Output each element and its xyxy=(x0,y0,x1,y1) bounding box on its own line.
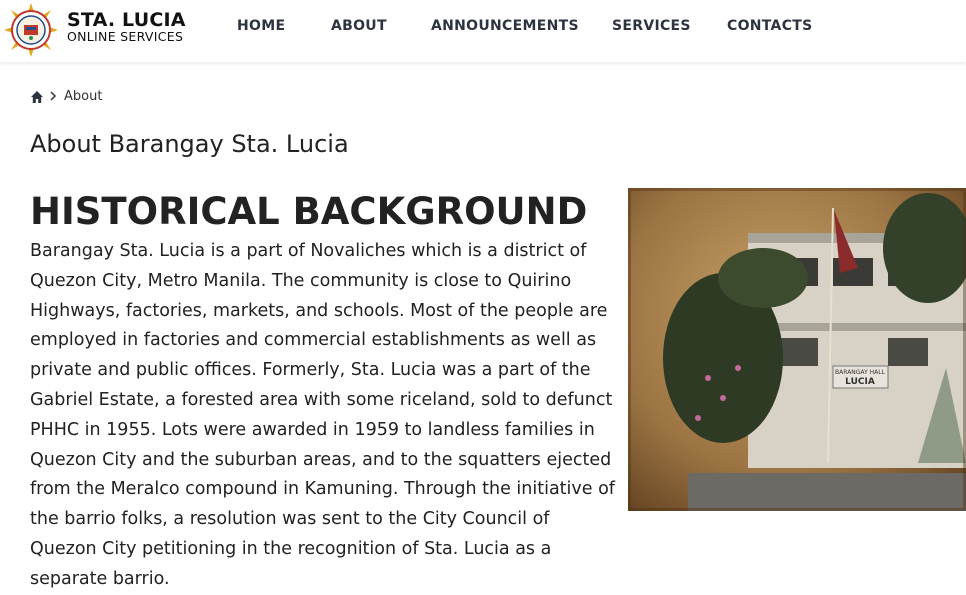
barangay-hall-photo: BARANGAY HALL LUCIA xyxy=(628,188,966,511)
barangay-seal-logo[interactable] xyxy=(4,3,58,57)
history-paragraph: Barangay Sta. Lucia is a part of Novalic… xyxy=(30,241,615,589)
brand-subtitle: ONLINE SERVICES xyxy=(67,29,184,44)
home-icon[interactable] xyxy=(30,90,44,104)
chevron-right-icon xyxy=(49,90,57,104)
nav-contacts[interactable]: CONTACTS xyxy=(727,18,813,34)
nav-home[interactable]: HOME xyxy=(237,18,285,34)
brand[interactable]: STA. LUCIA ONLINE SERVICES xyxy=(67,9,186,44)
nav-services[interactable]: SERVICES xyxy=(612,18,691,34)
sign-line-1: BARANGAY HALL xyxy=(835,369,886,376)
breadcrumb-current: About xyxy=(64,89,103,104)
sign-line-2: LUCIA xyxy=(845,377,875,387)
nav-announcements[interactable]: ANNOUNCEMENTS xyxy=(431,18,579,34)
section-title: HISTORICAL BACKGROUND xyxy=(30,190,588,233)
site-header: STA. LUCIA ONLINE SERVICES HOME ABOUT AN… xyxy=(0,0,966,62)
brand-title: STA. LUCIA xyxy=(67,9,186,31)
nav-about[interactable]: ABOUT xyxy=(331,18,387,34)
breadcrumb: About xyxy=(30,89,102,104)
page-title: About Barangay Sta. Lucia xyxy=(30,130,349,158)
